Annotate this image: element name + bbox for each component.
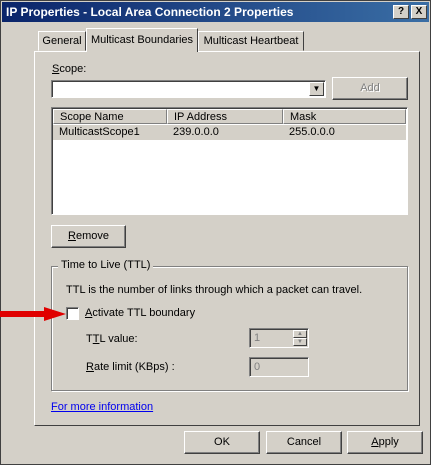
column-header-ip-address[interactable]: IP Address (167, 109, 283, 124)
cancel-button[interactable]: Cancel (266, 431, 342, 454)
arrow-shaft (0, 311, 46, 317)
tab-multicast-heartbeat[interactable]: Multicast Heartbeat (198, 31, 304, 51)
ok-button[interactable]: OK (184, 431, 260, 454)
rate-limit-label: Rate limit (KBps) : (86, 361, 175, 373)
cell-scope-name: MulticastScope1 (59, 126, 140, 138)
more-info-link[interactable]: For more information (51, 401, 153, 413)
chevron-down-icon: ▼ (312, 84, 321, 93)
cell-mask: 255.0.0.0 (289, 126, 335, 138)
scope-label: Scope: (52, 63, 87, 75)
cell-ip-address: 239.0.0.0 (173, 126, 219, 138)
chevron-down-icon: ▼ (297, 339, 303, 345)
ttl-group-title: Time to Live (TTL) (58, 259, 154, 271)
ttl-value: 1 (254, 332, 261, 344)
window-title: IP Properties - Local Area Connection 2 … (6, 5, 294, 19)
spin-up-button[interactable]: ▲ (293, 330, 307, 338)
activate-ttl-label[interactable]: Activate TTL boundary (85, 307, 195, 319)
apply-button[interactable]: Apply (347, 431, 423, 454)
add-button[interactable]: Add (332, 77, 408, 100)
help-button[interactable]: ? (393, 5, 409, 19)
activate-ttl-checkbox[interactable] (66, 307, 79, 320)
spin-down-button[interactable]: ▼ (293, 338, 307, 346)
close-button[interactable]: X (411, 5, 427, 19)
column-header-scope-name[interactable]: Scope Name (53, 109, 167, 124)
arrow-head (44, 307, 66, 321)
scope-combobox[interactable]: ▼ (51, 80, 326, 98)
remove-button[interactable]: Remove (51, 225, 126, 248)
scope-dropdown-button[interactable]: ▼ (309, 82, 324, 96)
annotation-arrow (0, 307, 66, 321)
column-header-mask[interactable]: Mask (283, 109, 406, 124)
rate-limit-field[interactable]: 0 (249, 357, 309, 377)
chevron-up-icon: ▲ (297, 331, 303, 337)
ttl-description: TTL is the number of links through which… (66, 284, 363, 296)
ttl-value-label: TTL value: (86, 333, 138, 345)
ttl-value-spinner[interactable]: 1 ▲ ▼ (249, 328, 309, 348)
arrow-right-icon (0, 307, 66, 321)
tab-general[interactable]: General (38, 31, 86, 51)
rate-limit-value: 0 (254, 361, 261, 373)
title-bar[interactable]: IP Properties - Local Area Connection 2 … (2, 2, 429, 22)
tab-multicast-boundaries[interactable]: Multicast Boundaries (86, 28, 198, 52)
